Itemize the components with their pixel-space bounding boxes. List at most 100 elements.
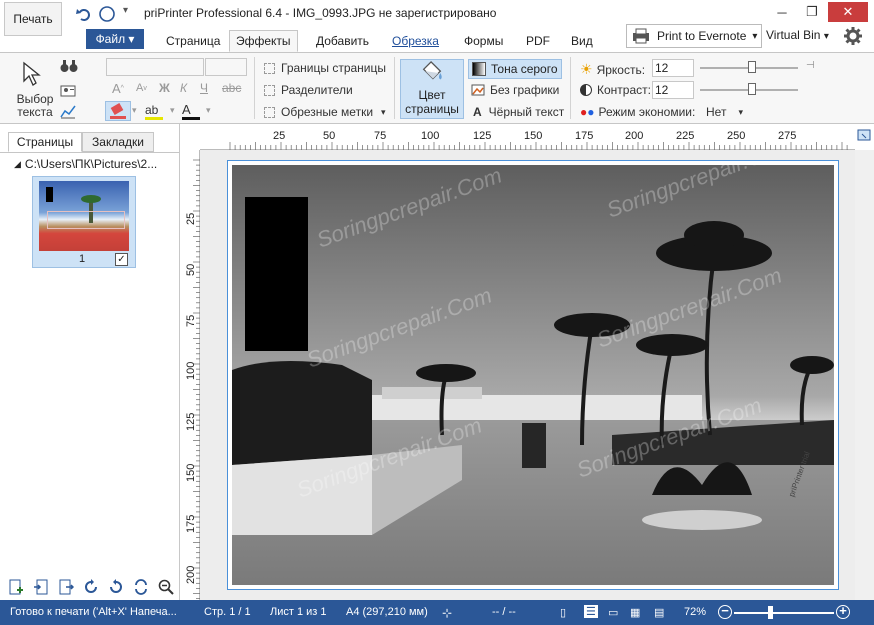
v-tick-label: 100 <box>185 361 197 380</box>
zoom-out-button[interactable]: − <box>718 604 732 619</box>
tab-crop[interactable]: Обрезка <box>386 30 445 52</box>
bold-button[interactable]: Ж <box>159 81 170 95</box>
tab-effects[interactable]: Эффекты <box>229 30 298 52</box>
page-borders-toggle[interactable]: Границы страницы <box>264 61 386 75</box>
tab-pdf[interactable]: PDF <box>520 30 556 52</box>
tab-view[interactable]: Вид <box>565 30 599 52</box>
view-grid-icon[interactable]: ▦ <box>630 606 640 619</box>
pages-panel: Страницы Закладки ◢ C:\Users\ПК\Pictures… <box>0 124 180 600</box>
zoom-in-button[interactable]: + <box>836 604 850 619</box>
page-thumbnail[interactable]: 1 ✓ <box>32 176 136 268</box>
view-single-icon[interactable]: ▯ <box>560 606 566 619</box>
undo-icon[interactable] <box>75 5 93 23</box>
ruler-corner <box>855 124 874 150</box>
cursor-icon[interactable] <box>20 61 44 87</box>
tab-file[interactable]: Файл ▾ <box>86 29 144 49</box>
font-family-input[interactable] <box>106 58 204 76</box>
tab-add[interactable]: Добавить <box>310 30 375 52</box>
select-text-button[interactable]: Выбор текста <box>12 93 58 119</box>
view-continuous-icon[interactable]: ☰ <box>584 605 598 618</box>
font-size-input[interactable] <box>205 58 247 76</box>
preview-page[interactable]: priPrinter trial Soringpcrepair.Com Sori… <box>227 160 839 590</box>
thumbnail-checkbox[interactable]: ✓ <box>115 253 128 266</box>
tab-page[interactable]: Страница <box>160 30 226 52</box>
font-shrink-icon[interactable]: Av <box>136 82 147 94</box>
h-tick-label: 75 <box>374 130 387 142</box>
status-sheet: Лист 1 из 1 <box>270 606 327 618</box>
rotate-right-icon[interactable] <box>83 579 99 595</box>
contrast-slider-thumb[interactable] <box>748 83 756 95</box>
contrast-label: Контраст: <box>580 83 651 97</box>
tree-node[interactable]: ◢ C:\Users\ПК\Pictures\2... <box>14 157 157 171</box>
tab-bookmarks[interactable]: Закладки <box>82 132 154 152</box>
font-color-icon[interactable]: A <box>182 102 200 120</box>
vertical-scrollbar[interactable] <box>855 150 874 600</box>
status-page: Стр. 1 / 1 <box>204 606 251 618</box>
tab-pages[interactable]: Страницы <box>8 132 82 152</box>
zoom-slider-thumb[interactable] <box>768 606 773 619</box>
strikethrough-icon[interactable]: abc <box>222 81 241 95</box>
view-two-pages-icon[interactable]: ▭ <box>608 606 618 619</box>
zoom-slider[interactable] <box>734 612 834 614</box>
font-grow-icon[interactable]: A ^ <box>112 81 124 96</box>
tab-shapes[interactable]: Формы <box>458 30 509 52</box>
printer-select[interactable]: Print to Evernote ▾ <box>626 24 762 48</box>
economy-select[interactable]: Нет ▾ <box>706 105 743 119</box>
contrast-input[interactable]: 12 <box>652 81 694 99</box>
minimize-button[interactable]: ─ <box>768 2 796 22</box>
chart-edit-icon[interactable] <box>60 103 76 119</box>
v-tick-label: 150 <box>185 463 197 482</box>
h-tick-label: 100 <box>421 130 440 142</box>
zoom-level: 72% <box>684 606 707 618</box>
ribbon-separator <box>570 57 571 119</box>
refresh-icon[interactable] <box>133 579 149 595</box>
sun-icon: ☀ <box>580 61 593 77</box>
h-tick-label: 50 <box>323 130 336 142</box>
binoculars-icon[interactable] <box>60 59 78 73</box>
pin-icon[interactable]: ⊣ <box>806 60 815 71</box>
black-text-toggle[interactable]: A Чёрный текст <box>473 105 564 119</box>
highlight-color-button[interactable] <box>105 101 131 121</box>
export-page-icon[interactable] <box>58 579 74 595</box>
photo-preview: priPrinter trial Soringpcrepair.Com Sori… <box>232 165 834 585</box>
text-highlight-icon[interactable]: ab <box>145 103 163 120</box>
h-tick-label: 250 <box>727 130 746 142</box>
ruler-settings-icon[interactable] <box>857 128 873 144</box>
page-color-button[interactable]: Цвет страницы <box>400 59 464 119</box>
restore-button[interactable]: ❐ <box>798 2 826 22</box>
separators-toggle[interactable]: Разделители <box>264 83 353 97</box>
print-button[interactable]: Печать <box>4 2 62 36</box>
printer-name: Print to Evernote <box>657 29 747 43</box>
h-tick-label: 275 <box>778 130 797 142</box>
thumbnail-image <box>39 181 129 251</box>
document-workspace[interactable]: 25 50 75 100 125 150 175 200 225 250 275… <box>181 124 874 600</box>
add-page-icon[interactable] <box>8 579 24 595</box>
view-fit-icon[interactable]: ▤ <box>654 606 664 619</box>
grayscale-toggle[interactable]: Тона серого <box>468 59 562 79</box>
brightness-label: ☀ Яркость: <box>580 61 646 77</box>
no-graphics-icon <box>471 84 485 96</box>
no-graphics-toggle[interactable]: Без графики <box>471 83 559 97</box>
chevron-down-icon[interactable]: ▾ <box>206 105 211 116</box>
ribbon-separator <box>394 57 395 119</box>
underline-button[interactable]: Ч <box>200 81 208 95</box>
ruler-corner <box>181 124 200 150</box>
chevron-down-icon[interactable]: ▾ <box>132 105 137 116</box>
user-add-icon[interactable] <box>60 83 76 99</box>
chevron-down-icon[interactable]: ▾ <box>170 105 175 116</box>
insert-page-icon[interactable] <box>33 579 49 595</box>
gear-icon[interactable] <box>843 26 863 46</box>
tray-select[interactable]: Virtual Bin ▾ <box>766 28 829 42</box>
italic-button[interactable]: К <box>180 81 187 95</box>
close-button[interactable]: ✕ <box>828 2 868 22</box>
crop-marks-icon <box>264 106 275 118</box>
circle-icon[interactable] <box>98 5 116 23</box>
panel-toolbar <box>0 574 180 600</box>
zoom-out-icon[interactable] <box>158 579 174 595</box>
v-tick-label: 125 <box>185 412 197 431</box>
quick-access-dropdown-icon[interactable]: ▾ <box>123 5 128 16</box>
brightness-input[interactable]: 12 <box>652 59 694 77</box>
brightness-slider-thumb[interactable] <box>748 61 756 73</box>
crop-marks-toggle[interactable]: Обрезные метки ▾ <box>264 105 386 119</box>
rotate-left-icon[interactable] <box>108 579 124 595</box>
